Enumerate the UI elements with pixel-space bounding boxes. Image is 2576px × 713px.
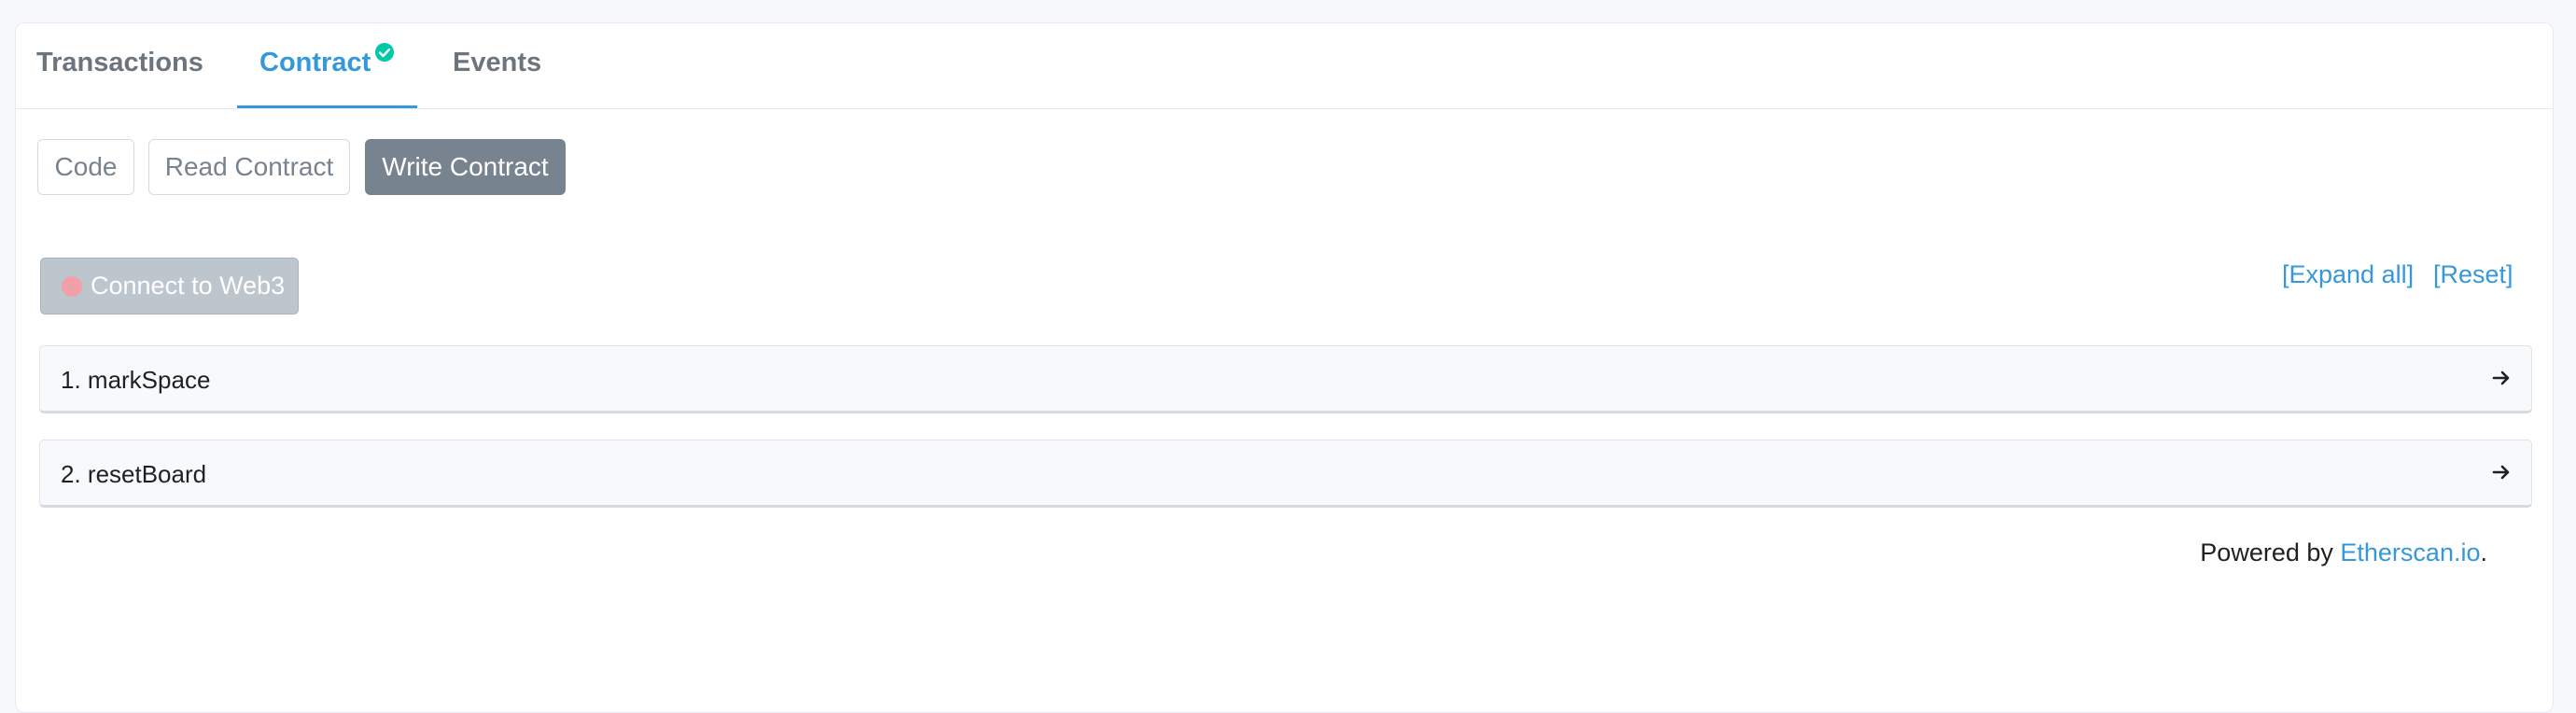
function-row-resetboard[interactable]: 2. resetBoard <box>39 440 2532 508</box>
connect-web3-label: Connect to Web3 <box>91 272 286 300</box>
tab-contract[interactable]: Contract <box>259 48 371 78</box>
function-name: 1. markSpace <box>61 366 211 394</box>
read-contract-button[interactable]: Read Contract <box>148 139 350 195</box>
code-button[interactable]: Code <box>37 139 134 195</box>
function-row-markspace[interactable]: 1. markSpace <box>39 345 2532 413</box>
expand-all-link[interactable]: [Expand all] <box>2282 260 2414 289</box>
function-name: 2. resetBoard <box>61 460 207 488</box>
arrow-right-icon <box>2492 370 2510 385</box>
check-circle-icon <box>375 43 394 62</box>
active-tab-indicator <box>237 105 417 108</box>
tab-bar: Transactions Contract Events <box>16 23 2553 109</box>
powered-by-prefix: Powered by <box>2200 538 2341 566</box>
connect-web3-button[interactable]: Connect to Web3 <box>40 258 299 315</box>
write-contract-button[interactable]: Write Contract <box>365 139 566 195</box>
contract-card: Transactions Contract Events Code Read C… <box>15 22 2554 713</box>
connection-status-icon <box>62 276 82 297</box>
reset-link[interactable]: [Reset] <box>2433 260 2513 289</box>
arrow-right-icon <box>2492 465 2510 480</box>
tab-events[interactable]: Events <box>453 48 541 78</box>
tab-transactions[interactable]: Transactions <box>36 48 203 78</box>
powered-by-footer: Powered by Etherscan.io. <box>2200 538 2487 567</box>
powered-by-suffix: . <box>2480 538 2487 566</box>
etherscan-link[interactable]: Etherscan.io <box>2340 538 2480 566</box>
